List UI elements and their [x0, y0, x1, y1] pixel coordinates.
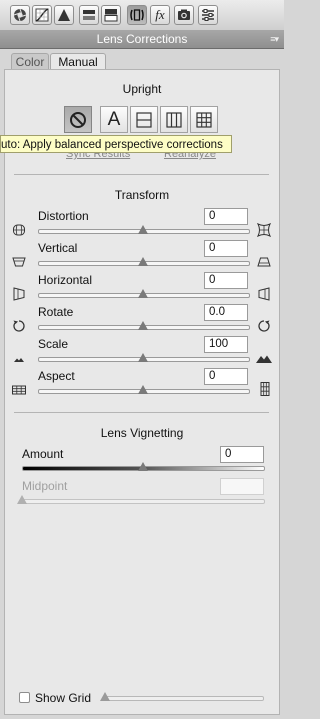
vertical-label: Vertical — [38, 241, 78, 255]
split-toning-icon — [104, 9, 118, 22]
separator — [14, 412, 269, 413]
perspective-right-icon — [258, 287, 270, 301]
amount-label: Amount — [22, 447, 64, 461]
rotate-label: Rotate — [38, 305, 74, 319]
amount-value-input[interactable]: 0 — [220, 446, 264, 463]
upright-tooltip: uto: Apply balanced perspective correcti… — [0, 135, 232, 153]
aspect-slider-thumb[interactable] — [138, 385, 148, 394]
upright-off-button[interactable] — [64, 106, 92, 133]
effects-fx-icon: fx — [155, 7, 165, 22]
tone-curve-tab[interactable] — [32, 5, 52, 25]
midpoint-label: Midpoint — [22, 479, 68, 493]
scale-label: Scale — [38, 337, 69, 351]
transform-title: Transform — [114, 188, 170, 202]
presets-sliders-icon — [202, 9, 214, 21]
panel-menu-icon[interactable]: ≡▾ — [270, 30, 279, 48]
panel-header: Lens Corrections ≡▾ — [0, 30, 284, 49]
aspect-value-input[interactable]: 0 — [204, 368, 248, 385]
horizontal-value-input[interactable]: 0 — [204, 272, 248, 289]
mountain-small-icon — [14, 358, 24, 362]
horizontal-label: Horizontal — [38, 273, 93, 287]
amount-slider-thumb[interactable] — [137, 462, 148, 471]
mountain-large-icon — [256, 355, 272, 363]
lens-corrections-tab[interactable] — [127, 5, 147, 25]
rotate-value-input[interactable]: 0.0 — [204, 304, 248, 321]
panel-toolbar: fx — [0, 0, 284, 31]
scale-value-input[interactable]: 100 — [204, 336, 248, 353]
grid-tall-icon — [260, 382, 270, 396]
distortion-slider-thumb[interactable] — [138, 225, 148, 234]
hsl-tab[interactable] — [79, 5, 99, 25]
tone-curve-icon — [35, 8, 49, 22]
panel-title: Lens Corrections — [96, 32, 188, 46]
separator — [14, 174, 269, 175]
midpoint-value-input — [220, 478, 264, 495]
grid-size-slider-thumb[interactable] — [100, 692, 110, 701]
split-toning-tab[interactable] — [101, 5, 121, 25]
aperture-icon — [13, 8, 27, 22]
vertical-slider-thumb[interactable] — [138, 257, 148, 266]
midpoint-slider-track — [22, 499, 265, 504]
rotate-ccw-icon — [13, 320, 25, 332]
horizontal-slider-thumb[interactable] — [138, 289, 148, 298]
off-circle-slash-icon — [70, 111, 86, 128]
show-grid-checkbox[interactable] — [19, 692, 30, 703]
detail-tab[interactable] — [54, 5, 74, 25]
detail-triangle-icon — [58, 9, 70, 21]
upright-vertical-button[interactable] — [160, 106, 188, 133]
barrel-icon — [13, 224, 25, 236]
auto-a-icon: A — [107, 108, 121, 130]
midpoint-slider-thumb — [17, 495, 27, 504]
lens-corrections-icon — [130, 9, 144, 21]
effects-tab[interactable]: fx — [150, 5, 170, 25]
basic-panel-tab[interactable] — [10, 5, 30, 25]
keystone-down-icon — [12, 257, 26, 267]
perspective-left-icon — [13, 287, 25, 301]
upright-level-button[interactable] — [130, 106, 158, 133]
keystone-up-icon — [257, 257, 271, 267]
rotate-slider-thumb[interactable] — [138, 321, 148, 330]
tab-manual[interactable]: Manual — [50, 53, 106, 70]
scale-slider-thumb[interactable] — [138, 353, 148, 362]
distortion-label: Distortion — [38, 209, 89, 223]
pincushion-icon — [257, 223, 271, 237]
camera-calibration-tab[interactable] — [174, 5, 194, 25]
show-grid-label: Show Grid — [35, 691, 92, 705]
upright-title: Upright — [122, 82, 162, 96]
grid-size-slider-track[interactable] — [105, 696, 264, 701]
aspect-label: Aspect — [38, 369, 75, 383]
distortion-value-input[interactable]: 0 — [204, 208, 248, 225]
upright-auto-button[interactable]: A — [100, 106, 128, 133]
rotate-cw-icon — [258, 320, 270, 332]
lens-vignetting-title: Lens Vignetting — [100, 426, 184, 440]
upright-full-button[interactable] — [190, 106, 218, 133]
tab-color[interactable]: Color — [11, 53, 49, 70]
level-icon — [136, 111, 152, 128]
vertical-icon — [166, 111, 182, 128]
grid-wide-icon — [12, 385, 26, 395]
presets-tab[interactable] — [198, 5, 218, 25]
vertical-value-input[interactable]: 0 — [204, 240, 248, 257]
full-grid-icon — [196, 111, 212, 128]
camera-calibration-icon — [178, 9, 190, 20]
hsl-icon — [83, 10, 95, 20]
